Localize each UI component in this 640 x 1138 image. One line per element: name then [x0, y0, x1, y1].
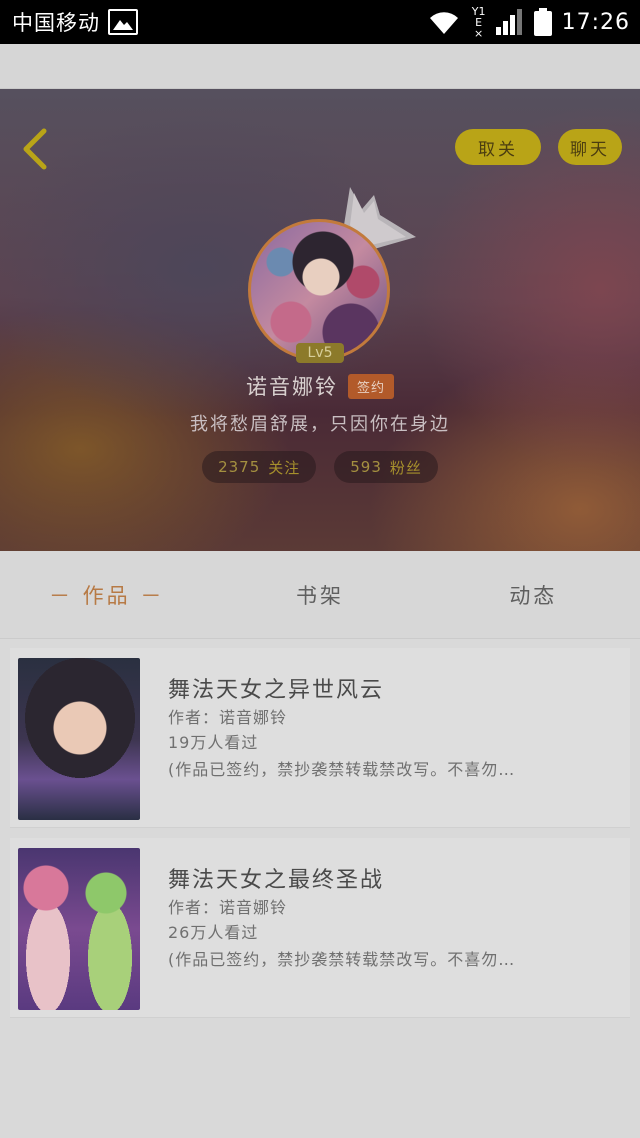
network-type-top: Y1 E [471, 4, 486, 29]
clock: 17:26 [561, 9, 630, 35]
list-item[interactable]: 舞法天女之异世风云 作者：诺音娜铃 19万人看过 (作品已签约，禁抄袭禁转载禁改… [10, 648, 630, 828]
level-badge: Lv5 [296, 343, 344, 363]
top-strip [0, 44, 640, 89]
tab-works[interactable]: － 作品 － [0, 551, 213, 638]
following-label: 关注 [268, 458, 301, 477]
fans-stat[interactable]: 593 粉丝 [334, 451, 438, 483]
book-cover [18, 658, 140, 820]
user-avatar[interactable] [248, 219, 390, 361]
status-bar: 中国移动 Y1 E × 17:26 [0, 0, 640, 44]
unfollow-button[interactable]: 取关 [455, 129, 541, 165]
work-views: 26万人看过 [168, 923, 259, 942]
work-title: 舞法天女之异世风云 [168, 678, 385, 703]
gallery-notification-icon [108, 9, 138, 35]
stats-row: 2375 关注 593 粉丝 [0, 451, 640, 483]
profile-tabs: － 作品 － 书架 动态 [0, 551, 640, 639]
work-description: (作品已签约，禁抄袭禁转载禁改写。不喜勿… [168, 760, 516, 779]
work-views: 19万人看过 [168, 733, 259, 752]
carrier-name: 中国移动 [12, 11, 100, 35]
fans-label: 粉丝 [389, 458, 422, 477]
list-item[interactable]: 舞法天女之最终圣战 作者：诺音娜铃 26万人看过 (作品已签约，禁抄袭禁转载禁改… [10, 838, 630, 1018]
status-left: 中国移动 [12, 7, 138, 37]
following-stat[interactable]: 2375 关注 [202, 451, 317, 483]
fans-count: 593 [350, 458, 382, 476]
network-type-bottom: × [473, 26, 484, 40]
wifi-icon [429, 12, 458, 34]
work-author: 作者：诺音娜铃 [168, 898, 288, 917]
profile-header: 取关 聊天 Lv5 诺音娜铃 签约 我将愁眉舒展，只因你在身边 2375 关注 … [0, 89, 640, 551]
following-count: 2375 [218, 458, 261, 476]
network-type: Y1 E × [472, 6, 486, 39]
username: 诺音娜铃 [245, 375, 338, 399]
signed-badge: 签约 [347, 373, 394, 399]
chat-button[interactable]: 聊天 [558, 129, 622, 165]
book-cover [18, 848, 140, 1010]
tab-activity[interactable]: 动态 [427, 551, 640, 638]
user-motto: 我将愁眉舒展，只因你在身边 [190, 414, 450, 435]
back-arrow-icon[interactable] [18, 127, 54, 171]
signal-icon [495, 9, 522, 35]
work-author: 作者：诺音娜铃 [168, 708, 288, 727]
work-description: (作品已签约，禁抄袭禁转载禁改写。不喜勿… [168, 950, 516, 969]
battery-icon [533, 8, 552, 36]
status-right: Y1 E × 17:26 [426, 6, 630, 39]
tab-bookshelf[interactable]: 书架 [213, 551, 426, 638]
work-title: 舞法天女之最终圣战 [168, 868, 385, 893]
name-row: 诺音娜铃 签约 [0, 369, 640, 403]
